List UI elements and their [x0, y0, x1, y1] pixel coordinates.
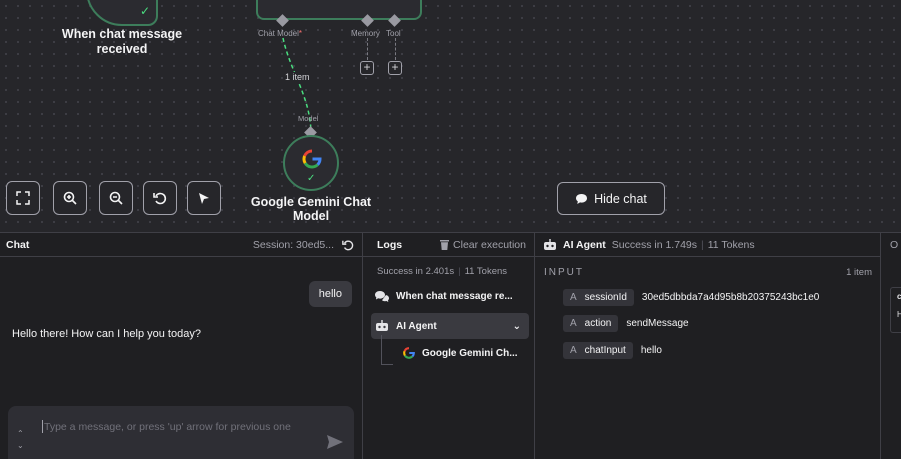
- success-check-icon: ✓: [139, 4, 150, 18]
- logs-duration: Success in 2.401s: [377, 266, 455, 277]
- field-key: AsessionId: [563, 289, 634, 306]
- tool-connector: [395, 38, 396, 60]
- log-entry-trigger[interactable]: When chat message re...: [375, 291, 513, 302]
- detail-duration: Success in 1.749s: [611, 238, 697, 251]
- log-entry-label: Google Gemini Ch...: [422, 347, 518, 359]
- model-port-label: Model: [298, 114, 319, 123]
- log-entry-label: AI Agent: [396, 320, 437, 332]
- tidy-up-button[interactable]: [187, 181, 221, 215]
- chat-icon: [375, 291, 389, 302]
- field-key: AchatInput: [563, 342, 633, 359]
- undo-icon: [153, 192, 167, 205]
- input-item-count: 1 item: [846, 267, 872, 278]
- chevron-up-icon[interactable]: ⌃: [17, 428, 24, 440]
- add-tool-button[interactable]: +: [388, 61, 402, 75]
- hide-chat-button[interactable]: Hide chat: [557, 182, 665, 215]
- session-id: Session: 30ed5...: [252, 238, 334, 251]
- user-message: hello: [308, 281, 352, 307]
- fit-view-icon: [16, 191, 30, 205]
- log-entry-label: When chat message re...: [396, 291, 513, 302]
- google-g-icon: [302, 149, 322, 169]
- field-key: Aaction: [563, 315, 619, 332]
- chat-title: Chat: [6, 238, 30, 251]
- reset-zoom-button[interactable]: [143, 181, 177, 215]
- send-icon[interactable]: [326, 434, 344, 450]
- trash-icon: [440, 240, 450, 250]
- chat-input-box[interactable]: ⌃ ⌄ Type a message, or press 'up' arrow …: [8, 406, 354, 459]
- logs-panel: Logs Clear execution Success in 2.401s | 1…: [363, 233, 535, 459]
- detail-status: Success in 1.749s | 11 Tokens: [611, 238, 755, 251]
- detail-tokens: 11 Tokens: [707, 238, 755, 251]
- string-type-icon: A: [570, 345, 577, 356]
- tree-connector: [381, 335, 393, 365]
- chat-bubble-icon: [576, 193, 588, 204]
- history-arrows[interactable]: ⌃ ⌄: [17, 428, 24, 452]
- field-value: sendMessage: [626, 318, 689, 329]
- success-check-icon: ✓: [307, 173, 316, 184]
- trigger-node[interactable]: ✓: [86, 0, 158, 26]
- field-value: hello: [640, 345, 662, 356]
- bottom-panels: Chat Session: 30ed5... hello Hello there…: [0, 232, 901, 459]
- field-row[interactable]: Aaction sendMessage: [563, 315, 689, 332]
- output-panel[interactable]: O c H: [881, 233, 901, 459]
- zoom-in-button[interactable]: [53, 181, 87, 215]
- session-info: Session: 30ed5...: [253, 239, 354, 251]
- log-entry-gemini[interactable]: Google Gemini Ch...: [403, 347, 518, 359]
- bot-message: Hello there! How can I help you today?: [12, 328, 201, 340]
- clear-execution-button[interactable]: Clear execution: [440, 239, 526, 251]
- robot-icon: [376, 320, 388, 331]
- port-label-memory: Memory: [351, 29, 380, 38]
- clear-execution-label: Clear execution: [453, 238, 526, 251]
- string-type-icon: A: [570, 292, 577, 303]
- wand-icon: [199, 193, 209, 204]
- chevron-down-icon[interactable]: ⌄: [17, 440, 24, 452]
- output-label: O: [890, 239, 899, 251]
- google-g-icon: [403, 347, 415, 359]
- reset-session-icon[interactable]: [342, 239, 354, 251]
- gemini-node-label: Google Gemini Chat Model: [250, 195, 372, 223]
- chat-panel: Chat Session: 30ed5... hello Hello there…: [0, 233, 363, 459]
- chevron-down-icon[interactable]: ⌄: [513, 321, 521, 332]
- robot-icon: [544, 238, 556, 250]
- trigger-node-label: When chat message received: [61, 27, 183, 56]
- zoom-out-icon: [109, 191, 123, 205]
- gemini-node[interactable]: ✓: [283, 135, 339, 191]
- field-value: 30ed5dbbda7a4d95b8b20375243bc1e0: [641, 292, 820, 303]
- detail-node-name: AI Agent: [563, 238, 606, 251]
- workflow-canvas[interactable]: ✓ When chat message received Chat Model*…: [0, 0, 901, 232]
- field-row[interactable]: AsessionId 30ed5dbbda7a4d95b8b20375243bc…: [563, 289, 819, 306]
- output-preview: c H: [890, 287, 901, 333]
- field-row[interactable]: AchatInput hello: [563, 342, 662, 359]
- port-label-tool: Tool: [386, 29, 401, 38]
- chat-input-placeholder[interactable]: Type a message, or press 'up' arrow for …: [44, 420, 314, 434]
- zoom-in-icon: [63, 191, 77, 205]
- text-cursor: [42, 420, 43, 433]
- logs-header: Logs Clear execution: [363, 233, 534, 257]
- logs-stats: Success in 2.401s | 11 Tokens: [377, 266, 508, 277]
- logs-title: Logs: [377, 238, 403, 251]
- add-memory-button[interactable]: +: [360, 61, 374, 75]
- zoom-out-button[interactable]: [99, 181, 133, 215]
- string-type-icon: A: [570, 318, 577, 329]
- detail-header: AI Agent Success in 1.749s | 11 Tokens: [535, 233, 880, 257]
- input-section-label: INPUT: [544, 267, 584, 278]
- node-detail-panel: AI Agent Success in 1.749s | 11 Tokens INP…: [535, 233, 881, 459]
- connection-item-count: 1 item: [283, 72, 312, 82]
- memory-connector: [367, 38, 368, 60]
- log-entry-ai-agent[interactable]: AI Agent ⌄: [371, 313, 529, 339]
- fit-view-button[interactable]: [6, 181, 40, 215]
- chat-header: Chat Session: 30ed5...: [0, 233, 362, 257]
- logs-tokens: 11 Tokens: [464, 266, 508, 277]
- hide-chat-label: Hide chat: [594, 191, 647, 206]
